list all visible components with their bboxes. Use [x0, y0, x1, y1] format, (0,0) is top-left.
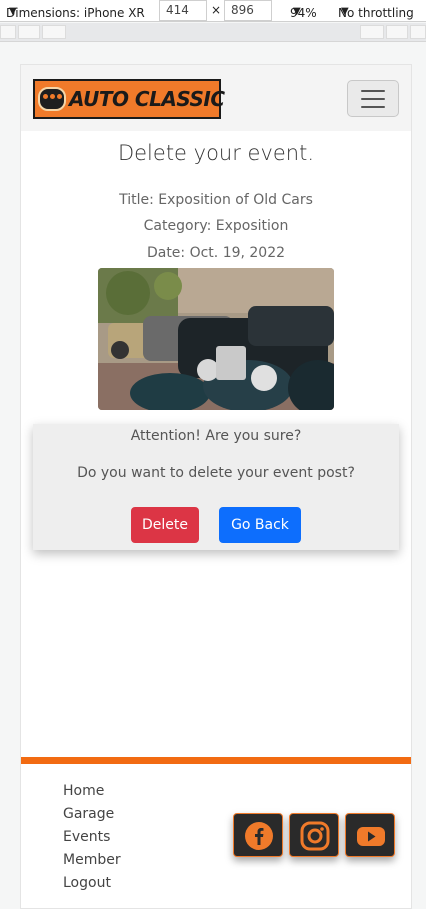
- devtools-toolbar: Dimensions: iPhone XR ▼ 414 × 896 94% ▼ No…: [0, 0, 426, 22]
- chevron-down-icon: ▼: [341, 6, 349, 17]
- footer-nav: Home Garage Events Member Logout: [63, 781, 121, 896]
- event-date: Date: Oct. 19, 2022: [146, 245, 286, 261]
- youtube-icon: [357, 827, 385, 846]
- footer-link-home[interactable]: Home: [63, 781, 121, 804]
- youtube-link[interactable]: [345, 813, 395, 857]
- width-input[interactable]: 414: [159, 0, 207, 21]
- brand-logo[interactable]: AUTO CLASSIC: [33, 79, 225, 119]
- go-back-button[interactable]: Go Back: [219, 507, 301, 543]
- facebook-icon: [245, 822, 273, 850]
- delete-button[interactable]: Delete: [131, 507, 199, 543]
- throttle-label: No throttling: [338, 6, 414, 20]
- footer-link-member[interactable]: Member: [63, 850, 121, 873]
- navbar: AUTO CLASSIC: [21, 65, 411, 131]
- footer-link-garage[interactable]: Garage: [63, 804, 121, 827]
- event-title: Title: Exposition of Old Cars: [119, 192, 313, 208]
- event-category: Category: Exposition: [143, 218, 289, 234]
- height-input[interactable]: 896: [224, 0, 272, 21]
- confirm-question: Do you want to delete your event post?: [77, 465, 355, 481]
- brand-name: AUTO CLASSIC: [69, 87, 225, 111]
- footer-link-logout[interactable]: Logout: [63, 873, 121, 896]
- device-viewport: AUTO CLASSIC Delete your event. Title: E…: [20, 64, 412, 909]
- media-query-bar[interactable]: [0, 23, 426, 42]
- chevron-down-icon: ▼: [9, 6, 17, 17]
- menu-toggle-button[interactable]: [347, 80, 399, 117]
- device-label: Dimensions: iPhone XR: [6, 6, 145, 20]
- instagram-link[interactable]: [289, 813, 339, 857]
- chevron-down-icon: ▼: [293, 6, 301, 17]
- footer-link-events[interactable]: Events: [63, 827, 121, 850]
- page-title: Delete your event.: [117, 141, 315, 165]
- event-image: [98, 268, 334, 410]
- confirm-heading: Attention! Are you sure?: [130, 428, 302, 444]
- times-sign: ×: [211, 3, 222, 17]
- facebook-link[interactable]: [233, 813, 283, 857]
- logo-emblem: [38, 87, 66, 111]
- delete-confirmation-panel: Attention! Are you sure? Do you want to …: [33, 424, 399, 550]
- instagram-icon: [300, 821, 330, 851]
- footer-divider: [21, 757, 411, 764]
